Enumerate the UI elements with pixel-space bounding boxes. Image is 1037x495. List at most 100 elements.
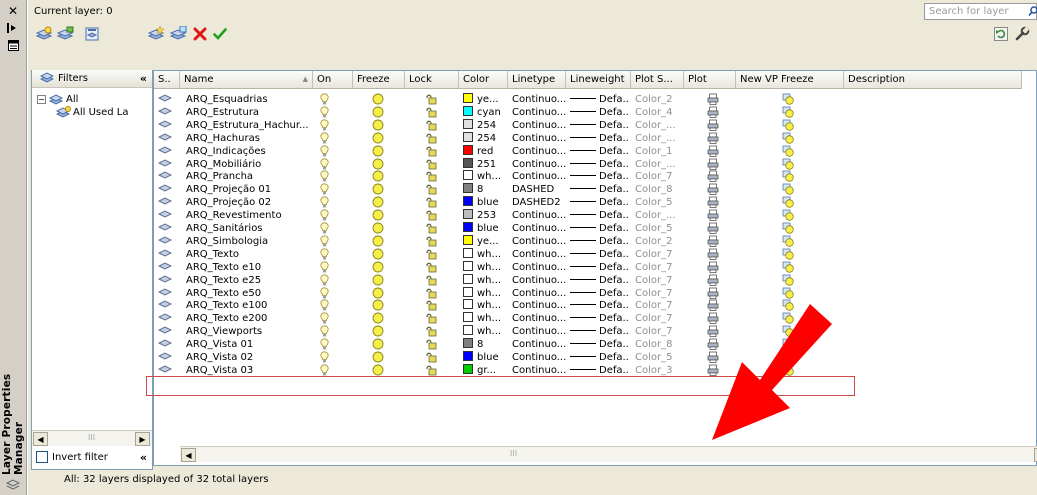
freeze-sun-icon[interactable] (372, 312, 386, 325)
column-header-description[interactable]: Description (844, 71, 1022, 89)
lock-icon[interactable] (425, 274, 439, 287)
layer-color[interactable]: gr... (463, 363, 508, 377)
layer-row[interactable]: ARQ_Vista 01 8 Continuo... Defa... Color_8 (154, 338, 1022, 351)
column-header-lock[interactable]: Lock (405, 71, 459, 89)
on-bulb-icon[interactable] (320, 106, 332, 119)
column-header-lineweight[interactable]: Lineweight (566, 71, 631, 89)
settings-icon[interactable] (1012, 24, 1032, 44)
layer-color[interactable]: wh... (463, 299, 508, 312)
layer-name[interactable]: ARQ_Viewports (186, 325, 311, 338)
plot-printer-icon[interactable] (707, 119, 721, 132)
layer-name[interactable]: ARQ_Hachuras (186, 132, 311, 145)
plot-printer-icon[interactable] (707, 235, 721, 248)
autohide-icon[interactable] (4, 20, 22, 36)
lock-icon[interactable] (425, 196, 439, 209)
layer-color[interactable]: wh... (463, 260, 508, 274)
plot-printer-icon[interactable] (707, 312, 721, 325)
layer-linetype[interactable]: Continuo... (512, 209, 566, 222)
new-property-filter-icon[interactable] (34, 24, 54, 44)
on-bulb-icon[interactable] (320, 261, 332, 274)
on-bulb-icon[interactable] (320, 93, 332, 106)
plot-printer-icon[interactable] (707, 274, 721, 287)
vp-freeze-icon[interactable] (782, 299, 796, 312)
layer-color[interactable]: 251 (463, 157, 508, 171)
freeze-sun-icon[interactable] (372, 338, 386, 351)
freeze-sun-icon[interactable] (372, 93, 386, 106)
layer-color[interactable]: red (463, 144, 508, 158)
freeze-sun-icon[interactable] (372, 248, 386, 261)
layer-lineweight[interactable]: Defa... (570, 287, 630, 300)
on-bulb-icon[interactable] (320, 209, 332, 222)
plot-printer-icon[interactable] (707, 158, 721, 171)
layer-linetype[interactable]: Continuo... (512, 338, 566, 351)
vp-freeze-icon[interactable] (782, 93, 796, 106)
layer-row[interactable]: ARQ_Texto e50 wh... Continuo... Defa... Colo… (154, 286, 1022, 300)
layer-linetype[interactable]: Continuo... (512, 312, 566, 325)
layer-name[interactable]: ARQ_Texto e25 (186, 274, 311, 287)
tree-node-all[interactable]: − All (37, 93, 78, 105)
vp-freeze-icon[interactable] (782, 351, 796, 364)
collapse-tree-button[interactable]: « (140, 451, 147, 464)
freeze-sun-icon[interactable] (372, 261, 386, 274)
scroll-right-icon[interactable]: ▶ (135, 432, 150, 446)
layer-lineweight[interactable]: Defa... (570, 274, 630, 287)
layer-lineweight[interactable]: Defa... (570, 299, 630, 312)
close-icon[interactable]: ✕ (4, 3, 22, 19)
vp-freeze-icon[interactable] (782, 364, 796, 377)
vp-freeze-icon[interactable] (782, 209, 796, 222)
layer-lineweight[interactable]: Defa... (570, 312, 630, 325)
layer-name[interactable]: ARQ_Texto (186, 248, 311, 261)
layer-lineweight[interactable]: Defa... (570, 222, 630, 235)
list-horizontal-scrollbar[interactable]: ◀ III ▶ (180, 446, 1037, 462)
layer-linetype[interactable]: Continuo... (512, 325, 566, 338)
tree-node-all-used[interactable]: All Used La (56, 106, 128, 118)
layer-color[interactable]: wh... (463, 170, 508, 183)
plot-printer-icon[interactable] (707, 338, 721, 351)
freeze-sun-icon[interactable] (372, 287, 386, 300)
layer-color[interactable]: ye... (463, 93, 508, 106)
layer-linetype[interactable]: Continuo... (512, 106, 566, 119)
layer-linetype[interactable]: Continuo... (512, 222, 566, 235)
lock-icon[interactable] (425, 312, 439, 325)
layer-name[interactable]: ARQ_Estrutura (186, 106, 311, 119)
lock-icon[interactable] (425, 145, 439, 158)
layer-row[interactable]: ARQ_Texto e100 wh... Continuo... Defa... Col… (154, 299, 1022, 312)
on-bulb-icon[interactable] (320, 157, 332, 171)
on-bulb-icon[interactable] (320, 196, 332, 209)
layer-color[interactable]: wh... (463, 312, 508, 325)
scroll-left-icon[interactable]: ◀ (181, 448, 196, 462)
vp-freeze-icon[interactable] (782, 170, 796, 183)
layer-linetype[interactable]: DASHED2 (512, 196, 566, 209)
on-bulb-icon[interactable] (320, 183, 332, 196)
layer-linetype[interactable]: Continuo... (512, 119, 566, 132)
layer-row[interactable]: ARQ_Revestimento 253 Continuo... Defa... Col… (154, 209, 1022, 222)
layer-row[interactable]: ARQ_Viewports wh... Continuo... Defa... Colo… (154, 325, 1022, 338)
plot-printer-icon[interactable] (707, 222, 721, 235)
plot-printer-icon[interactable] (707, 170, 721, 183)
on-bulb-icon[interactable] (320, 273, 332, 287)
layer-lineweight[interactable]: Defa... (570, 170, 630, 183)
vp-freeze-icon[interactable] (782, 158, 796, 171)
vp-freeze-icon[interactable] (782, 235, 796, 248)
lock-icon[interactable] (425, 222, 439, 235)
set-current-icon[interactable] (210, 24, 230, 44)
plot-printer-icon[interactable] (707, 299, 721, 312)
lock-icon[interactable] (425, 170, 439, 183)
layer-linetype[interactable]: Continuo... (512, 274, 566, 287)
freeze-sun-icon[interactable] (372, 222, 386, 235)
on-bulb-icon[interactable] (320, 351, 332, 364)
layer-lineweight[interactable]: Defa... (570, 209, 630, 222)
new-group-filter-icon[interactable] (55, 24, 75, 44)
layer-row[interactable]: ARQ_Esquadrias ye... Continuo... Defa... Col… (154, 93, 1022, 106)
layer-lineweight[interactable]: Defa... (570, 338, 630, 351)
refresh-icon[interactable] (991, 24, 1011, 44)
column-header-name[interactable]: Name ▲ (180, 71, 313, 89)
on-bulb-icon[interactable] (320, 132, 332, 145)
on-bulb-icon[interactable] (320, 222, 332, 235)
on-bulb-icon[interactable] (320, 248, 332, 261)
layer-name[interactable]: ARQ_Texto e100 (186, 299, 311, 312)
layer-name[interactable]: ARQ_Vista 01 (186, 338, 311, 351)
layer-linetype[interactable]: Continuo... (512, 299, 566, 312)
layer-lineweight[interactable]: Defa... (570, 196, 630, 209)
layer-row[interactable]: ARQ_Texto wh... Continuo... Defa... Color_7 (154, 247, 1022, 261)
